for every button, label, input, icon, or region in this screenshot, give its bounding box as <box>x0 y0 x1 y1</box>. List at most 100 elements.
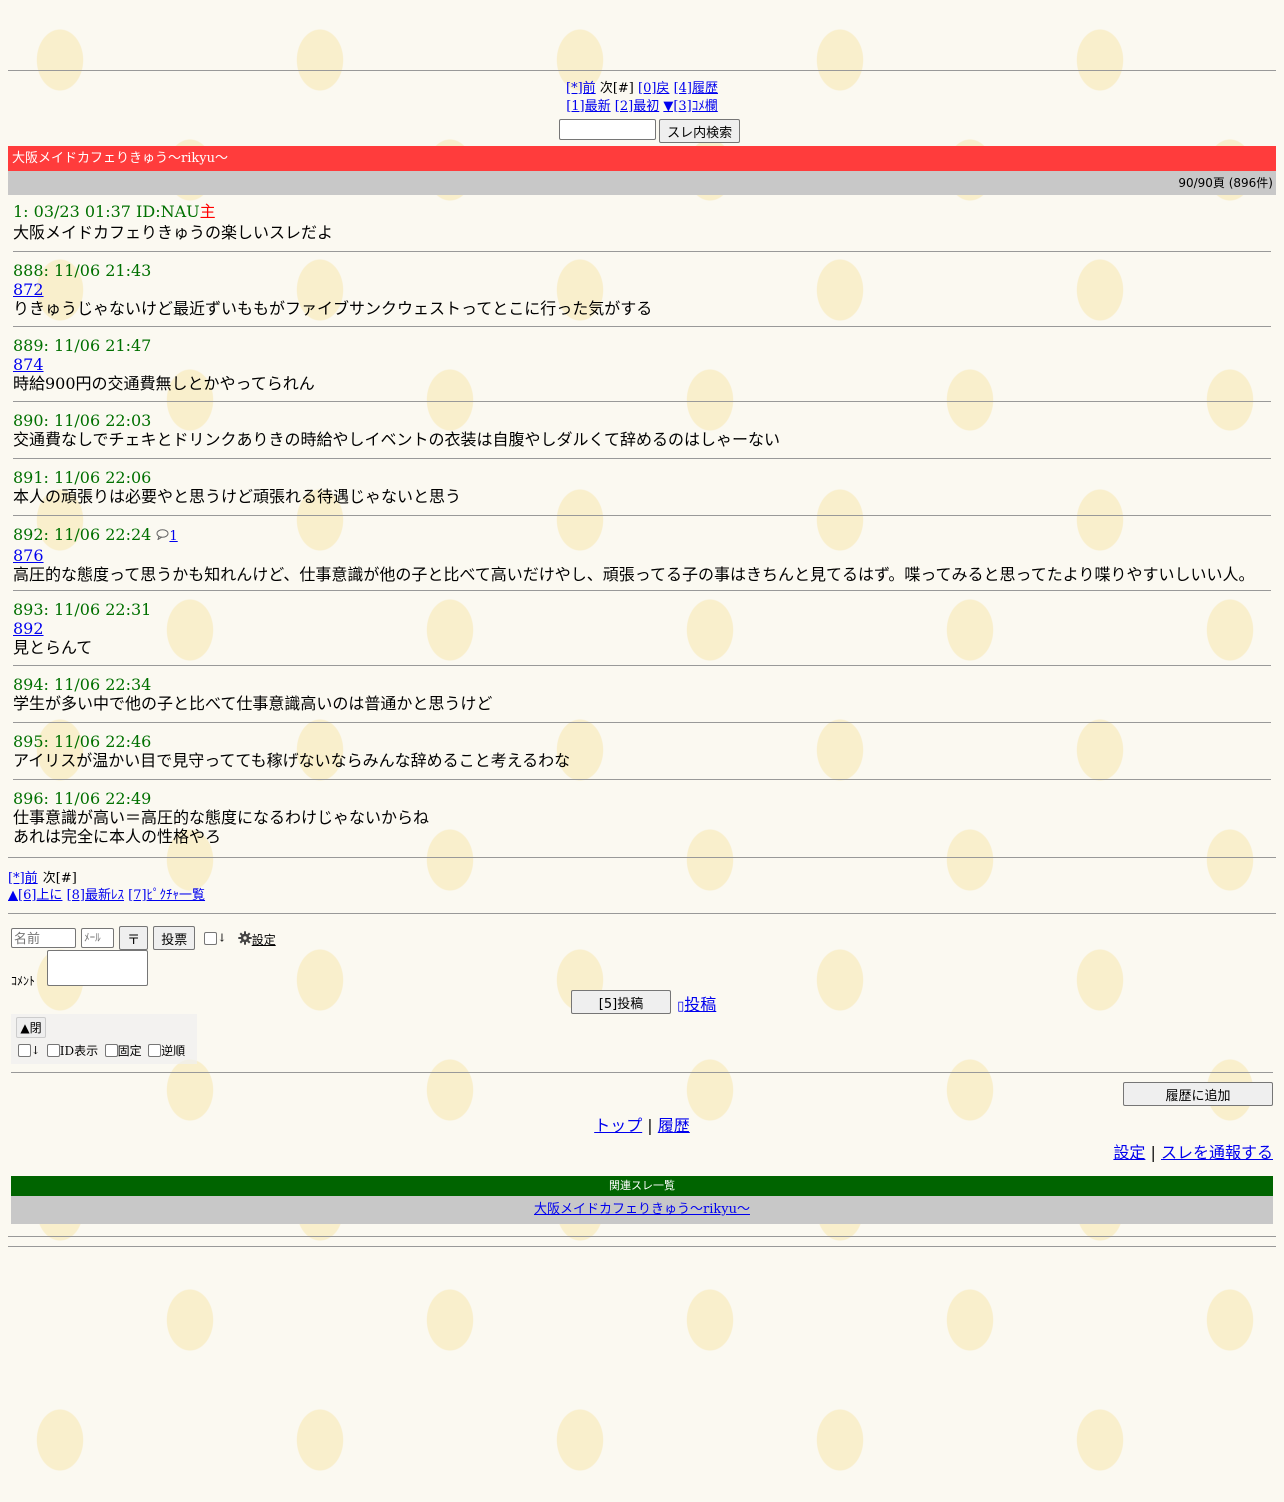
page-count: 90/90頁 (896件) <box>8 171 1276 195</box>
report-thread-link[interactable]: スレを通報する <box>1161 1143 1273 1162</box>
bottom-divider <box>8 1246 1276 1247</box>
settings-link[interactable]: 設定 <box>252 933 276 947</box>
post-submit-button[interactable]: [5]投稿 <box>571 990 671 1014</box>
post-message: 仕事意識が高い＝高圧的な態度になるわけじゃないからね <box>13 808 430 827</box>
thread-search-button[interactable]: スレ内検索 <box>659 119 741 143</box>
scroll-up-link[interactable]: ▲[6]上に <box>8 888 62 903</box>
option-fixed-label: 固定 <box>117 1044 142 1058</box>
post-divider <box>13 251 1271 252</box>
prev-page-link[interactable]: [*]前 <box>566 81 596 96</box>
post-891: 891: 11/06 22:06 本人の頑張りは必要やと思うけど頑張れる待遇じゃ… <box>13 468 1273 506</box>
post-header: 894: 11/06 22:34 <box>13 675 152 694</box>
speech-bubble-icon <box>156 529 169 541</box>
option-id-display-checkbox[interactable] <box>46 1044 60 1057</box>
footer-separator: | <box>1150 1143 1156 1162</box>
reply-anchor-link[interactable]: 872 <box>13 280 1273 299</box>
footer-links: トップ | 履歴 <box>0 1112 1284 1136</box>
comment-box-link[interactable]: ▼[3]ｺﾒ欄 <box>663 99 717 114</box>
post-message: 見とらんて <box>13 638 93 657</box>
related-threads-list: 大阪メイドカフェりきゅう～rikyu～ <box>11 1196 1273 1224</box>
reply-anchor-link[interactable]: 892 <box>13 619 1273 638</box>
top-nav-row-1: [*]前 次[#] [0]戻 [4]履歴 <box>0 80 1284 98</box>
post-divider <box>13 779 1271 780</box>
gear-icon <box>237 930 252 945</box>
first-link[interactable]: [2]最初 <box>615 99 659 114</box>
option-id-display-label: ID表示 <box>59 1044 99 1058</box>
post-divider <box>8 857 1276 858</box>
related-thread-link[interactable]: 大阪メイドカフェりきゅう～rikyu～ <box>534 1202 750 1217</box>
settings-toggle[interactable]: 設定 <box>237 929 276 948</box>
option-fixed-checkbox[interactable] <box>104 1044 118 1057</box>
back-link[interactable]: [0]戻 <box>638 81 669 96</box>
post-message: 学生が多い中で他の子と比べて仕事意識高いのは普通かと思うけど <box>13 694 493 713</box>
latest-link[interactable]: [1]最新 <box>566 99 610 114</box>
footer-separator: | <box>647 1116 653 1135</box>
form-divider <box>8 913 1276 914</box>
bottom-prev-link[interactable]: [*]前 <box>8 871 38 886</box>
reply-count[interactable]: 1 <box>156 529 178 544</box>
down-checkbox[interactable] <box>204 931 218 945</box>
footer-links-right: 設定 | スレを通報する <box>1113 1139 1273 1163</box>
post-divider <box>13 401 1271 402</box>
top-divider <box>8 70 1276 71</box>
option-down-checkbox[interactable] <box>18 1044 31 1057</box>
sage-button[interactable]: 〒 <box>119 926 149 950</box>
post-message: 時給900円の交通費無しとかやってられん <box>13 374 315 393</box>
option-reverse-label: 逆順 <box>161 1044 186 1058</box>
comment-label: ｺﾒﾝﾄ <box>11 974 36 988</box>
footer-divider <box>11 1072 1273 1073</box>
thread-title: 大阪メイドカフェりきゅう～rikyu～ <box>8 146 1276 171</box>
post-header: 892: 11/06 22:24 <box>13 525 152 544</box>
reply-count-link[interactable]: 1 <box>169 529 177 544</box>
post-message: 本人の頑張りは必要やと思うけど頑張れる待遇じゃないと思う <box>13 487 462 506</box>
post-message: 交通費なしでチェキとドリンクありきの時給やしイベントの衣装は自腹やしダルくて辞め… <box>13 430 781 449</box>
top-nav-row-2: [1]最新 [2]最初 ▼[3]ｺﾒ欄 <box>0 98 1284 116</box>
bottom-nav: [*]前 次[#] <box>8 868 77 888</box>
post-header: 889: 11/06 21:47 <box>13 336 152 355</box>
comment-textarea[interactable] <box>47 950 148 986</box>
add-to-history-button[interactable]: 履歴に追加 <box>1123 1082 1273 1106</box>
post-message: アイリスが温かい目で見守ってても稼げないならみんな辞めること考えるわな <box>13 751 571 770</box>
picture-list-link[interactable]: [7]ﾋﾟｸﾁｬ一覧 <box>128 888 205 903</box>
thread-owner-badge: 主 <box>199 202 216 221</box>
post-header: 896: 11/06 22:49 <box>13 789 152 808</box>
history-link[interactable]: [4]履歴 <box>674 81 718 96</box>
post-header: 895: 11/06 22:46 <box>13 732 152 751</box>
post-header: 890: 11/06 22:03 <box>13 411 152 430</box>
reply-anchor-link[interactable]: 874 <box>13 355 1273 374</box>
options-panel: ▲閉 ↓ ID表示 固定 逆順 <box>11 1014 197 1064</box>
post-message: あれは完全に本人の性格やろ <box>13 827 222 846</box>
post-divider <box>13 665 1271 666</box>
post-895: 895: 11/06 22:46 アイリスが温かい目で見守ってても稼げないならみ… <box>13 732 1273 770</box>
next-page-label: 次[#] <box>599 81 634 96</box>
post-header: 888: 11/06 21:43 <box>13 261 152 280</box>
reply-anchor-link[interactable]: 876 <box>13 546 1273 565</box>
post-890: 890: 11/06 22:03 交通費なしでチェキとドリンクありきの時給やしイ… <box>13 411 1273 449</box>
post-message: りきゅうじゃないけど最近ずいももがファイブサンクウェストってとこに行った気がする <box>13 299 653 318</box>
footer-history-link[interactable]: 履歴 <box>658 1116 690 1135</box>
post-1: 1: 03/23 01:37 ID:NAU主 大阪メイドカフェりきゅうの楽しいス… <box>13 202 1273 242</box>
option-down-label: ↓ <box>31 1044 41 1057</box>
related-threads-heading: 関連スレ一覧 <box>11 1176 1273 1196</box>
name-input[interactable] <box>11 928 76 948</box>
post-divider <box>13 458 1271 459</box>
vote-button[interactable]: 投票 <box>153 926 196 950</box>
post-divider <box>13 326 1271 327</box>
mail-input[interactable] <box>81 928 115 948</box>
close-options-button[interactable]: ▲閉 <box>16 1017 46 1038</box>
option-reverse-checkbox[interactable] <box>148 1044 162 1057</box>
post-divider <box>13 590 1271 591</box>
top-link[interactable]: トップ <box>594 1116 642 1135</box>
latest-res-link[interactable]: [8]最新ﾚｽ <box>67 888 124 903</box>
footer-settings-link[interactable]: 設定 <box>1113 1143 1145 1162</box>
post-header: 891: 11/06 22:06 <box>13 468 152 487</box>
post-896: 896: 11/06 22:49 仕事意識が高い＝高圧的な態度になるわけじゃない… <box>13 789 1273 846</box>
post-889: 889: 11/06 21:47 874 時給900円の交通費無しとかやってられ… <box>13 336 1273 393</box>
post-link[interactable]: ▯投稿 <box>677 995 716 1014</box>
post-header: 893: 11/06 22:31 <box>13 600 152 619</box>
post-link-label: 投稿 <box>684 995 717 1014</box>
post-892: 892: 11/06 22:24 1 876 高圧的な態度って思うかも知れんけど… <box>13 525 1273 584</box>
thread-search-input[interactable] <box>559 119 656 140</box>
post-divider <box>13 515 1271 516</box>
bottom-nav-links: ▲[6]上に [8]最新ﾚｽ [7]ﾋﾟｸﾁｬ一覧 <box>8 887 205 905</box>
